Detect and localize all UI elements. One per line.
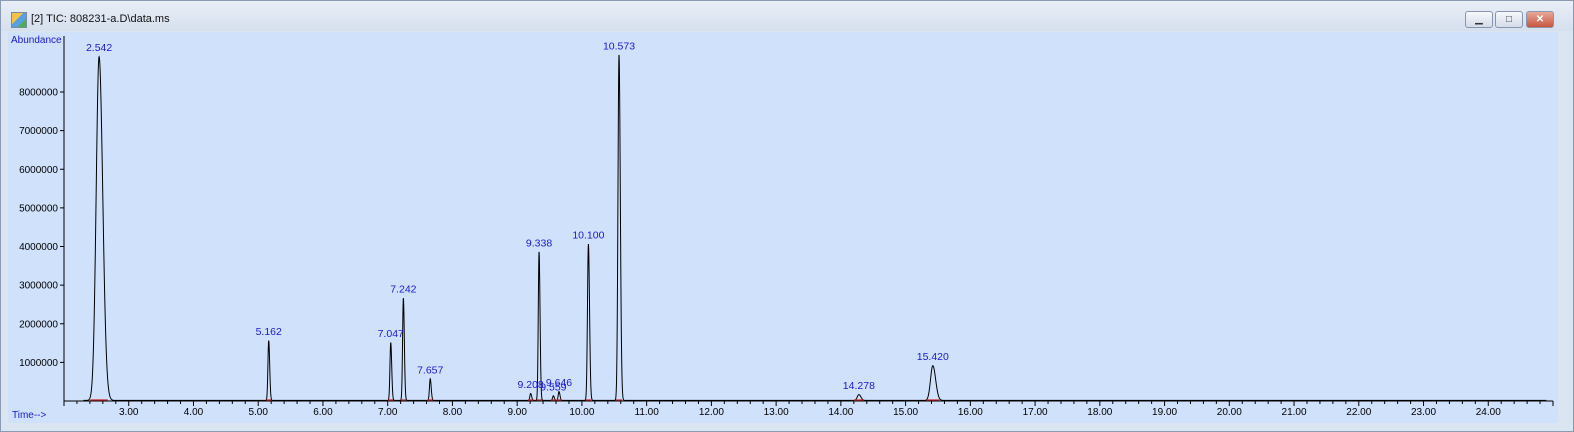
x-tick-label: 17.00 xyxy=(1023,407,1048,418)
x-tick-label: 18.00 xyxy=(1087,407,1112,418)
x-axis-title: Time--> xyxy=(12,410,47,421)
x-tick-label: 24.00 xyxy=(1476,407,1501,418)
x-tick-label: 7.00 xyxy=(378,407,398,418)
y-tick-label: 7000000 xyxy=(19,126,58,137)
peak-label: 15.420 xyxy=(917,351,949,363)
tic-trace xyxy=(83,54,1547,401)
y-tick-label: 1000000 xyxy=(19,358,58,369)
x-tick-label: 12.00 xyxy=(699,407,724,418)
x-tick-label: 11.00 xyxy=(635,407,660,418)
x-tick-label: 4.00 xyxy=(184,407,204,418)
x-tick-label: 22.00 xyxy=(1346,407,1371,418)
title-bar[interactable]: [2] TIC: 808231-a.D\data.ms ▁ □ ✕ xyxy=(1,1,1573,31)
peak-label: 7.242 xyxy=(390,284,416,296)
peak-label: 14.278 xyxy=(843,380,875,392)
peak-label: 10.573 xyxy=(603,40,635,52)
x-tick-label: 21.00 xyxy=(1282,407,1307,418)
peak-label: 10.100 xyxy=(572,230,604,242)
x-tick-label: 10.00 xyxy=(569,407,594,418)
peak-label: 2.542 xyxy=(86,42,112,54)
x-tick-label: 23.00 xyxy=(1411,407,1436,418)
y-tick-label: 2000000 xyxy=(19,319,58,330)
maximize-button[interactable]: □ xyxy=(1495,11,1523,28)
chromatogram-plot[interactable]: Abundance Time--> 1000000 2000000 3000000 400… xyxy=(8,32,1558,423)
chromatogram-svg: Abundance Time--> 1000000 2000000 3000000 400… xyxy=(11,35,1554,421)
x-tick-label: 9.00 xyxy=(507,407,527,418)
y-tick-label: 6000000 xyxy=(19,165,58,176)
y-tick-label: 5000000 xyxy=(19,203,58,214)
y-axis-title: Abundance xyxy=(11,35,62,46)
x-tick-label: 20.00 xyxy=(1217,407,1242,418)
y-tick-label: 8000000 xyxy=(19,88,58,99)
x-tick-label: 14.00 xyxy=(828,407,853,418)
peak-label: 7.657 xyxy=(417,364,443,376)
x-tick-label: 15.00 xyxy=(893,407,918,418)
peak-label: 7.047 xyxy=(378,328,404,340)
minimize-button[interactable]: ▁ xyxy=(1465,11,1493,28)
y-tick-label: 3000000 xyxy=(19,281,58,292)
x-tick-label: 6.00 xyxy=(313,407,333,418)
peak-label: 9.646 xyxy=(546,377,572,389)
window-title: [2] TIC: 808231-a.D\data.ms xyxy=(31,13,170,25)
close-button[interactable]: ✕ xyxy=(1526,11,1554,28)
peak-label: 5.162 xyxy=(256,326,282,338)
x-tick-label: 5.00 xyxy=(248,407,268,418)
x-tick-label: 16.00 xyxy=(958,407,983,418)
peak-label: 9.338 xyxy=(526,237,552,249)
x-tick-label: 8.00 xyxy=(443,407,463,418)
x-tick-label: 13.00 xyxy=(764,407,789,418)
app-icon xyxy=(11,12,27,28)
x-tick-label: 19.00 xyxy=(1152,407,1177,418)
chromatogram-window: [2] TIC: 808231-a.D\data.ms ▁ □ ✕ Abunda… xyxy=(0,0,1574,432)
y-tick-label: 4000000 xyxy=(19,242,58,253)
x-tick-label: 3.00 xyxy=(119,407,139,418)
